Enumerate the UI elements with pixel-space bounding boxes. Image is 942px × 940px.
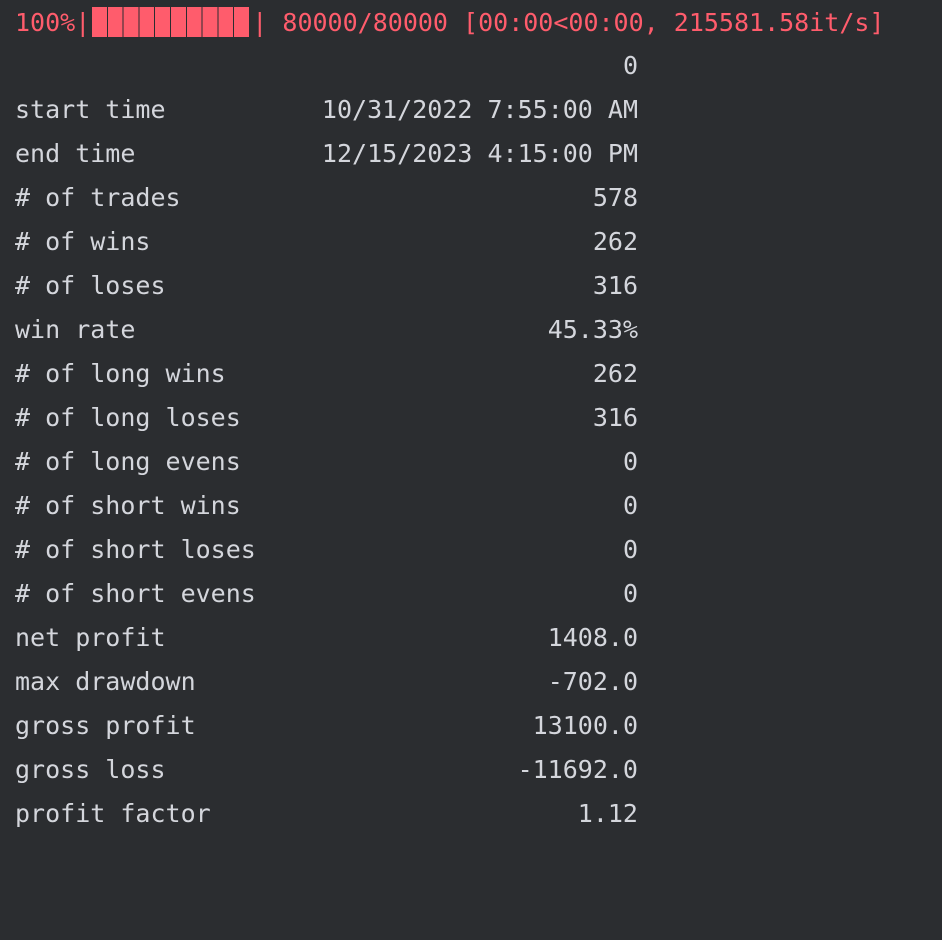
stat-label: win rate <box>15 315 136 344</box>
stat-value: 13100.0 <box>532 711 638 740</box>
stat-value: 262 <box>592 227 638 256</box>
stat-value: 0 <box>622 535 638 564</box>
progress-timing: [00:00<00:00, 215581.58it/s] <box>463 7 885 37</box>
stat-row-short-loses: # of short loses 0 <box>0 532 638 568</box>
stat-value: 316 <box>592 403 638 432</box>
stat-value: 1408.0 <box>547 623 638 652</box>
stat-label: # of short loses <box>15 535 256 564</box>
stat-label: # of loses <box>15 271 166 300</box>
stat-label: gross profit <box>15 711 196 740</box>
stat-row-net-profit: net profit 1408.0 <box>0 620 638 656</box>
stat-label: # of short evens <box>15 579 256 608</box>
stat-label: # of long evens <box>15 447 241 476</box>
stat-label: # of long loses <box>15 403 241 432</box>
stat-value: 45.33% <box>547 315 638 344</box>
stat-value: 10/31/2022 7:55:00 AM <box>321 95 638 124</box>
stat-value: 1.12 <box>577 799 638 828</box>
stat-label: start time <box>15 95 166 124</box>
column-header: 0 <box>622 51 638 80</box>
stat-label: max drawdown <box>15 667 196 696</box>
stat-row-short-evens: # of short evens 0 <box>0 576 638 612</box>
stat-row-long-wins: # of long wins 262 <box>0 356 638 392</box>
stat-value: 316 <box>592 271 638 300</box>
stat-value: 0 <box>622 491 638 520</box>
stat-row-start-time: start time 10/31/2022 7:55:00 AM <box>0 92 638 128</box>
stat-row-profit-factor: profit factor 1.12 <box>0 796 638 832</box>
stat-row-win-rate: win rate 45.33% <box>0 312 638 348</box>
stat-label: profit factor <box>15 799 211 828</box>
stat-value: 0 <box>622 447 638 476</box>
stat-row-gross-loss: gross loss -11692.0 <box>0 752 638 788</box>
stat-value: 0 <box>622 579 638 608</box>
stat-row-long-evens: # of long evens 0 <box>0 444 638 480</box>
progress-percent: 100% <box>15 7 76 37</box>
stat-row-gross-profit: gross profit 13100.0 <box>0 708 638 744</box>
terminal-output: 100% | | 80000/80000 [00:00<00:00, 215581.… <box>0 0 942 831</box>
stat-row-max-drawdown: max drawdown -702.0 <box>0 664 638 700</box>
stat-value: 12/15/2023 4:15:00 PM <box>321 139 638 168</box>
stat-row-long-loses: # of long loses 316 <box>0 400 638 436</box>
stat-value: 578 <box>592 183 638 212</box>
stat-label: end time <box>15 139 136 168</box>
stat-value: -702.0 <box>547 667 638 696</box>
progress-bar-left-edge: | <box>75 7 91 37</box>
stat-label: # of long wins <box>15 359 226 388</box>
stat-row-short-wins: # of short wins 0 <box>0 488 638 524</box>
stat-value: 262 <box>592 359 638 388</box>
stat-label: # of trades <box>15 183 181 212</box>
stat-row-wins: # of wins 262 <box>0 224 638 260</box>
progress-counter: 80000/80000 <box>282 7 448 37</box>
progress-bar <box>92 7 251 37</box>
stat-value: -11692.0 <box>517 755 638 784</box>
stat-row-loses: # of loses 316 <box>0 268 638 304</box>
progress-bar-right-edge: | <box>252 7 268 37</box>
progress-line: 100% | | 80000/80000 [00:00<00:00, 215581.… <box>15 4 884 40</box>
stat-label: # of short wins <box>15 491 241 520</box>
stat-row-trades: # of trades 578 <box>0 180 638 216</box>
stat-label: gross loss <box>15 755 166 784</box>
stat-row-end-time: end time 12/15/2023 4:15:00 PM <box>0 136 638 172</box>
stat-label: # of wins <box>15 227 151 256</box>
stat-label: net profit <box>15 623 166 652</box>
